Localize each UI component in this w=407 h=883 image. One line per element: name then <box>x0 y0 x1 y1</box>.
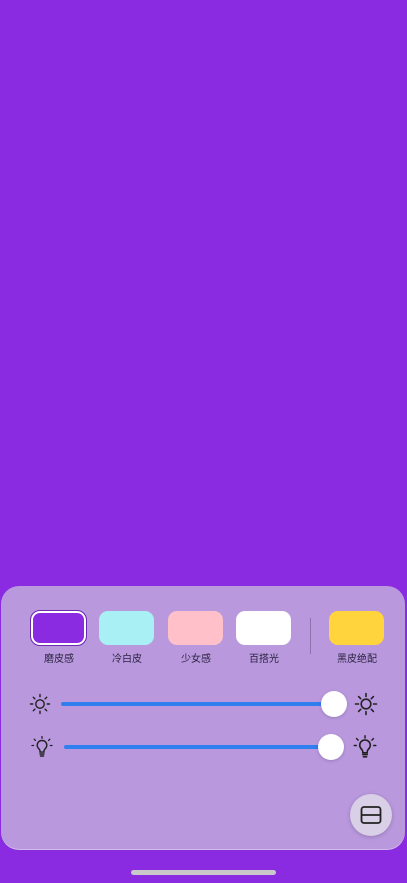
preset-label: 冷白皮 <box>112 654 142 665</box>
preset-swatch-lengbaipi[interactable] <box>99 611 154 645</box>
bulb-small-icon <box>30 735 54 759</box>
color-temperature-thumb[interactable] <box>318 734 344 760</box>
brightness-track[interactable] <box>61 702 335 706</box>
preset-swatch-mopi[interactable] <box>30 610 87 646</box>
preset-swatch-heipijuepei[interactable] <box>329 611 384 645</box>
home-indicator[interactable] <box>131 870 276 875</box>
preset-label: 少女感 <box>181 654 211 665</box>
preset-label: 黑皮绝配 <box>337 654 377 665</box>
preset-label: 磨皮感 <box>44 654 74 665</box>
bulb-large-icon <box>353 735 377 759</box>
preset-swatch-baidaguang[interactable] <box>236 611 291 645</box>
preset-divider <box>310 618 311 654</box>
split-layout-button[interactable] <box>350 794 392 836</box>
brightness-thumb[interactable] <box>321 691 347 717</box>
color-temperature-track[interactable] <box>64 745 332 749</box>
sun-large-icon <box>354 692 378 716</box>
preset-swatch-shaonvgan[interactable] <box>168 611 223 645</box>
control-panel: 磨皮感 冷白皮 少女感 百搭光 黑皮绝配 <box>1 586 405 850</box>
color-temperature-slider[interactable] <box>1 730 405 764</box>
sun-small-icon <box>28 692 52 716</box>
brightness-slider[interactable] <box>1 687 405 721</box>
preset-label: 百搭光 <box>249 654 279 665</box>
